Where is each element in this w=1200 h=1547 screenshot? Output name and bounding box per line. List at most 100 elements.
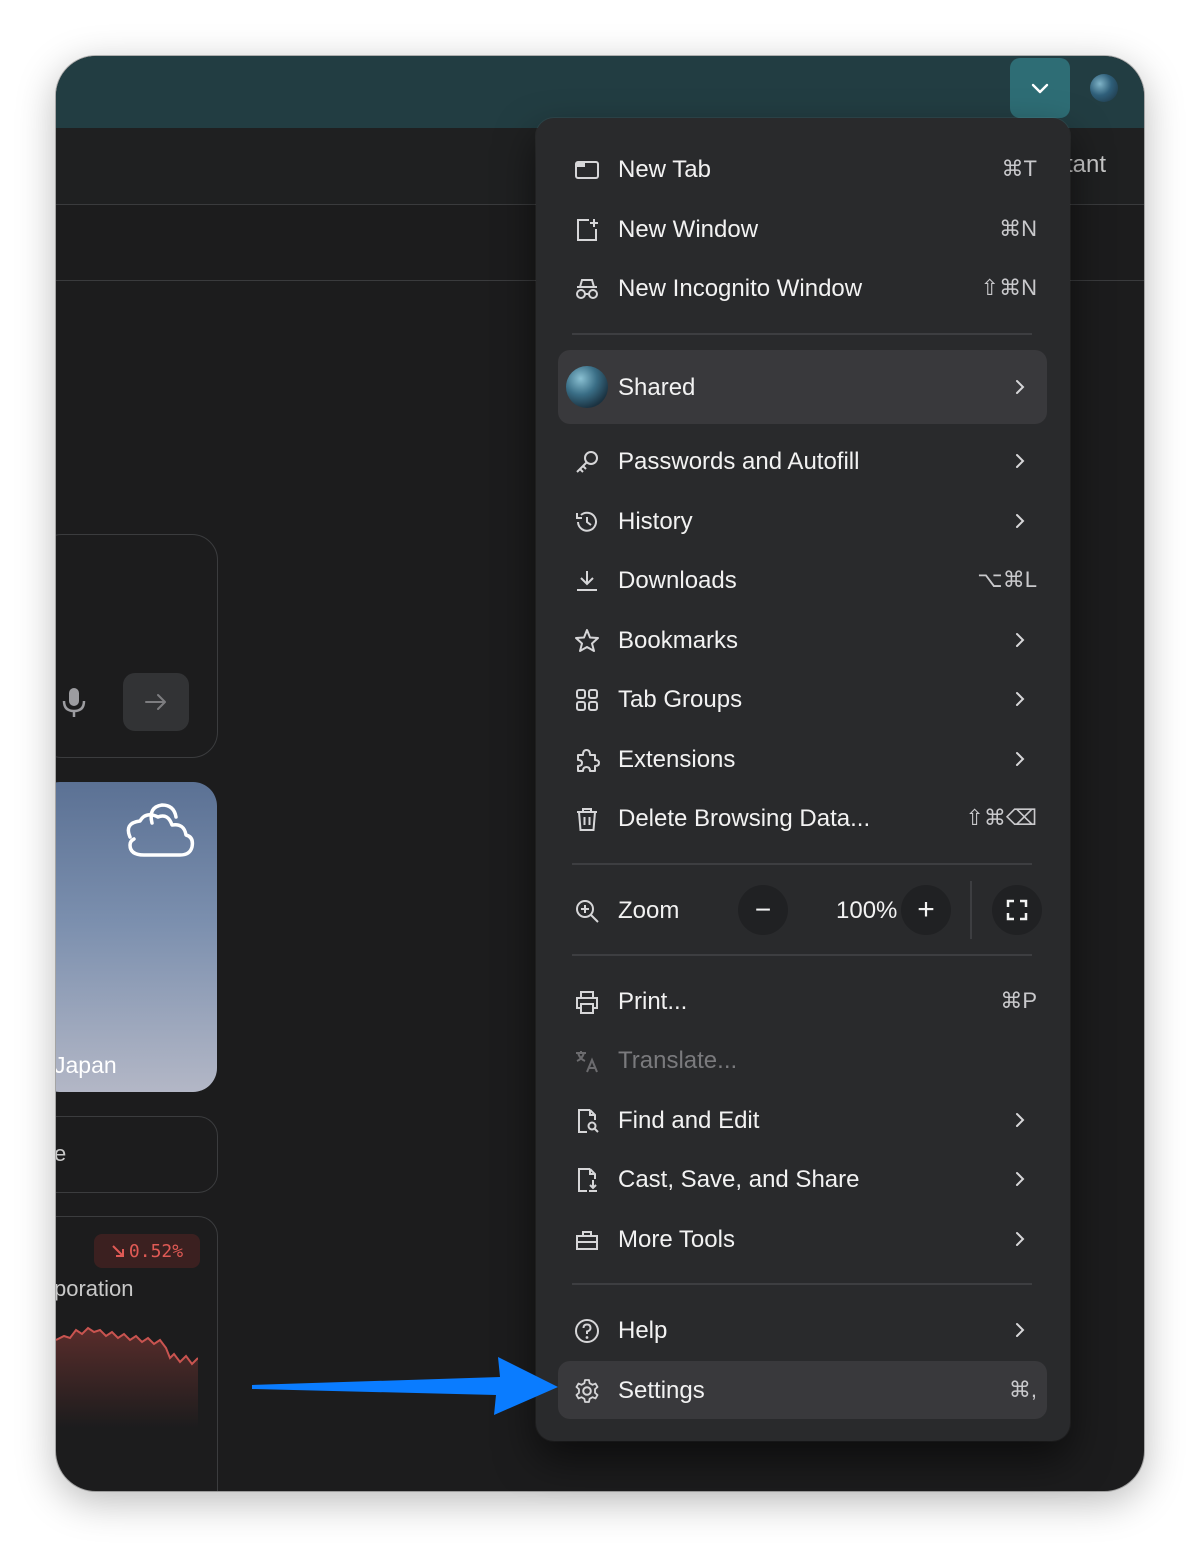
menu-item-translate: Translate... <box>558 1031 1047 1089</box>
shortcut-label: ⌥⌘L <box>977 567 1037 592</box>
stock-name: poration <box>56 1276 134 1301</box>
tab-groups-icon <box>576 689 598 711</box>
menu-item-label: Find and Edit <box>618 1107 760 1134</box>
shortcut-label: ⇧⌘N <box>980 275 1037 300</box>
chevron-down-icon <box>1031 83 1049 94</box>
fullscreen-icon <box>1006 899 1028 921</box>
chevron-right-icon <box>1016 633 1025 647</box>
zoom-divider <box>970 881 972 939</box>
menu-item-find-and-edit[interactable]: Find and Edit <box>558 1091 1047 1149</box>
menu-item-label: Bookmarks <box>618 627 739 654</box>
stock-sparkline <box>56 1326 198 1428</box>
arrow-right-icon <box>145 694 166 710</box>
menu-item-extensions[interactable]: Extensions <box>558 730 1047 788</box>
chevron-right-icon <box>1016 1113 1025 1127</box>
chrome-main-menu: New Tab ⌘T New Window ⌘N New Incognito W… <box>536 118 1070 1441</box>
menu-separator <box>572 863 1032 865</box>
menu-item-label: New Window <box>618 216 759 243</box>
chevron-right-icon <box>1016 692 1025 706</box>
minus-icon: − <box>754 894 772 925</box>
menu-item-downloads[interactable]: Downloads ⌥⌘L <box>558 551 1047 609</box>
profile-avatar[interactable] <box>1090 74 1118 102</box>
fullscreen-button[interactable] <box>992 885 1042 935</box>
zoom-level: 100% <box>836 897 898 924</box>
menu-item-label: Delete Browsing Data... <box>618 805 871 832</box>
gear-icon <box>575 1379 599 1403</box>
menu-item-label: Tab Groups <box>618 686 743 713</box>
menu-item-cast-save-share[interactable]: Cast, Save, and Share <box>558 1150 1047 1208</box>
menu-item-label: Shared <box>618 374 696 401</box>
chevron-right-icon <box>1016 454 1025 468</box>
menu-item-help[interactable]: Help <box>558 1301 1047 1359</box>
zoom-out-button[interactable]: − <box>738 885 788 935</box>
menu-item-new-window[interactable]: New Window ⌘N <box>558 200 1047 258</box>
menu-item-label: Downloads <box>618 567 737 594</box>
shortcut-label: ⌘, <box>1008 1377 1037 1402</box>
menu-item-label: Help <box>618 1317 668 1344</box>
key-icon <box>576 451 598 473</box>
save-document-icon <box>578 1168 597 1192</box>
menu-item-label: History <box>618 508 693 535</box>
chrome-menu-button[interactable] <box>1010 58 1070 118</box>
menu-item-delete-browsing-data[interactable]: Delete Browsing Data... ⇧⌘⌫ <box>558 789 1047 847</box>
incognito-icon <box>576 279 598 299</box>
shortcut-label: ⇧⌘⌫ <box>965 805 1037 830</box>
microphone-icon[interactable] <box>60 686 88 718</box>
menu-item-label: More Tools <box>618 1226 735 1253</box>
zoom-in-button[interactable]: + <box>901 885 951 935</box>
menu-item-label: Settings <box>618 1377 705 1404</box>
chevron-right-icon <box>1016 1232 1025 1246</box>
chevron-right-icon <box>1016 514 1025 528</box>
menu-item-label: Print... <box>618 988 688 1015</box>
menu-separator <box>572 333 1032 335</box>
chevron-right-icon <box>1016 752 1025 766</box>
chevron-right-icon <box>1016 1323 1025 1337</box>
menu-item-label: Translate... <box>618 1047 738 1074</box>
translate-icon <box>576 1051 598 1073</box>
shortcut-label: ⌘T <box>1001 156 1037 181</box>
annotation-arrow <box>252 1357 558 1415</box>
stock-change-value: 0.52% <box>128 1240 184 1262</box>
chevron-right-icon <box>1016 1172 1025 1186</box>
menu-item-profile-shared[interactable]: Shared <box>558 350 1047 424</box>
submit-button[interactable] <box>123 673 189 731</box>
weather-location: Japan <box>56 1052 117 1078</box>
shortcut-card-label: e <box>56 1141 67 1166</box>
menu-item-print[interactable]: Print... ⌘P <box>558 972 1047 1030</box>
menu-item-new-tab[interactable]: New Tab ⌘T <box>558 140 1047 198</box>
profile-avatar <box>566 366 608 408</box>
trash-icon <box>577 808 597 831</box>
toolbox-icon <box>576 1231 598 1250</box>
shortcut-label: ⌘N <box>999 216 1037 241</box>
new-tab-icon <box>575 161 599 179</box>
menu-item-label: Extensions <box>618 746 736 773</box>
help-icon <box>575 1319 599 1343</box>
history-icon <box>576 511 597 532</box>
menu-item-history[interactable]: History <box>558 492 1047 550</box>
menu-separator <box>572 1283 1032 1285</box>
menu-item-new-incognito-window[interactable]: New Incognito Window ⇧⌘N <box>558 259 1047 317</box>
trend-down-icon <box>112 1245 124 1257</box>
menu-item-passwords-autofill[interactable]: Passwords and Autofill <box>558 432 1047 490</box>
new-window-icon <box>577 219 598 241</box>
stock-change-badge: 0.52% <box>94 1234 200 1268</box>
menu-item-bookmarks[interactable]: Bookmarks <box>558 611 1047 669</box>
find-document-icon <box>578 1109 599 1133</box>
shortcut-label: ⌘P <box>1000 988 1037 1013</box>
shortcut-card[interactable] <box>56 1116 218 1193</box>
zoom-icon <box>576 900 599 923</box>
star-icon <box>575 629 599 652</box>
menu-item-tab-groups[interactable]: Tab Groups <box>558 670 1047 728</box>
menu-item-label: Zoom <box>618 897 680 924</box>
cloud-sun-icon <box>126 803 195 857</box>
menu-item-label: New Tab <box>618 156 711 183</box>
menu-item-label: Cast, Save, and Share <box>618 1166 860 1193</box>
menu-item-zoom: Zoom − 100% + <box>558 881 1047 939</box>
menu-item-more-tools[interactable]: More Tools <box>558 1210 1047 1268</box>
menu-item-settings[interactable]: Settings ⌘, <box>558 1361 1047 1419</box>
menu-item-label: Passwords and Autofill <box>618 448 860 475</box>
assistant-label: tant <box>1066 151 1107 178</box>
printer-icon <box>576 991 598 1014</box>
download-icon <box>577 571 597 591</box>
puzzle-icon <box>577 749 600 772</box>
